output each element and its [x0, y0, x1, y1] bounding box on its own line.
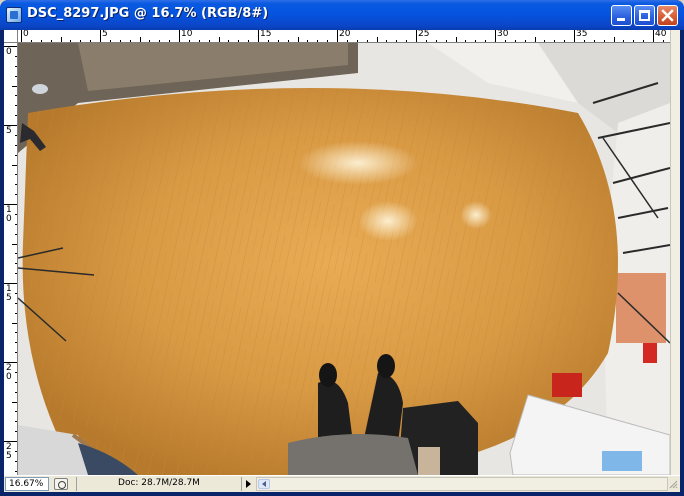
ruler-major-tick — [179, 30, 180, 42]
ruler-label: 2 0 — [6, 363, 12, 382]
ruler-major-tick — [337, 30, 338, 42]
ruler-label: 25 — [418, 30, 430, 39]
ruler-label: 1 0 — [6, 205, 12, 224]
vertical-ruler[interactable]: 0 5 1 0 1 5 2 0 2 5 — [4, 43, 18, 475]
ruler-label: 30 — [497, 30, 509, 39]
ruler-major-tick — [574, 30, 575, 42]
ruler-label: 0 — [6, 47, 12, 57]
close-button[interactable] — [657, 5, 678, 26]
ruler-label: 1 5 — [6, 284, 12, 303]
maximize-button[interactable] — [634, 5, 655, 26]
photoshop-document-icon[interactable] — [6, 7, 22, 23]
ruler-label: 35 — [576, 30, 588, 39]
vertical-scrollbar[interactable] — [670, 30, 680, 475]
minimize-button[interactable] — [611, 5, 632, 26]
scroll-left-button[interactable] — [258, 479, 270, 489]
image-canvas[interactable] — [18, 43, 670, 475]
minimize-icon — [617, 18, 625, 21]
ruler-label: 10 — [181, 30, 193, 39]
ruler-label: 0 — [23, 30, 29, 39]
ruler-label: 40 — [655, 30, 667, 39]
window-title: DSC_8297.JPG @ 16.7% (RGB/8#) — [27, 6, 269, 21]
title-bar[interactable]: DSC_8297.JPG @ 16.7% (RGB/8#) — [0, 0, 684, 30]
zoom-input[interactable]: 16.67% — [5, 477, 49, 491]
ruler-major-tick — [100, 30, 101, 42]
ruler-major-tick — [416, 30, 417, 42]
document-client-area: 0510152025303540 051 01 52 02 5 — [4, 30, 680, 492]
ruler-label: 2 5 — [6, 442, 12, 461]
ruler-major-tick — [258, 30, 259, 42]
ruler-major-tick — [495, 30, 496, 42]
status-menu-arrow-icon[interactable] — [246, 480, 251, 488]
ruler-label: 15 — [260, 30, 272, 39]
document-size-info: Doc: 28.7M/28.7M — [76, 477, 242, 491]
document-window: DSC_8297.JPG @ 16.7% (RGB/8#) 0 5 10 15 20 25… — [0, 0, 684, 496]
ruler-origin[interactable] — [4, 30, 18, 43]
ruler-major-tick — [653, 30, 654, 42]
close-icon — [661, 9, 674, 22]
ruler-label: 5 — [102, 30, 108, 39]
horizontal-scrollbar[interactable] — [256, 477, 668, 491]
ruler-label: 5 — [6, 126, 12, 136]
status-info-icon[interactable] — [54, 478, 68, 490]
ruler-label: 20 — [339, 30, 351, 39]
horizontal-ruler[interactable]: 0 5 10 15 20 25 30 35 40 — [18, 30, 670, 43]
resize-grip-icon[interactable] — [668, 479, 678, 490]
status-bar: 16.67% Doc: 28.7M/28.7M — [4, 475, 680, 492]
ruler-major-tick — [21, 30, 22, 42]
fisheye-photo — [18, 43, 670, 475]
maximize-icon — [639, 10, 650, 21]
